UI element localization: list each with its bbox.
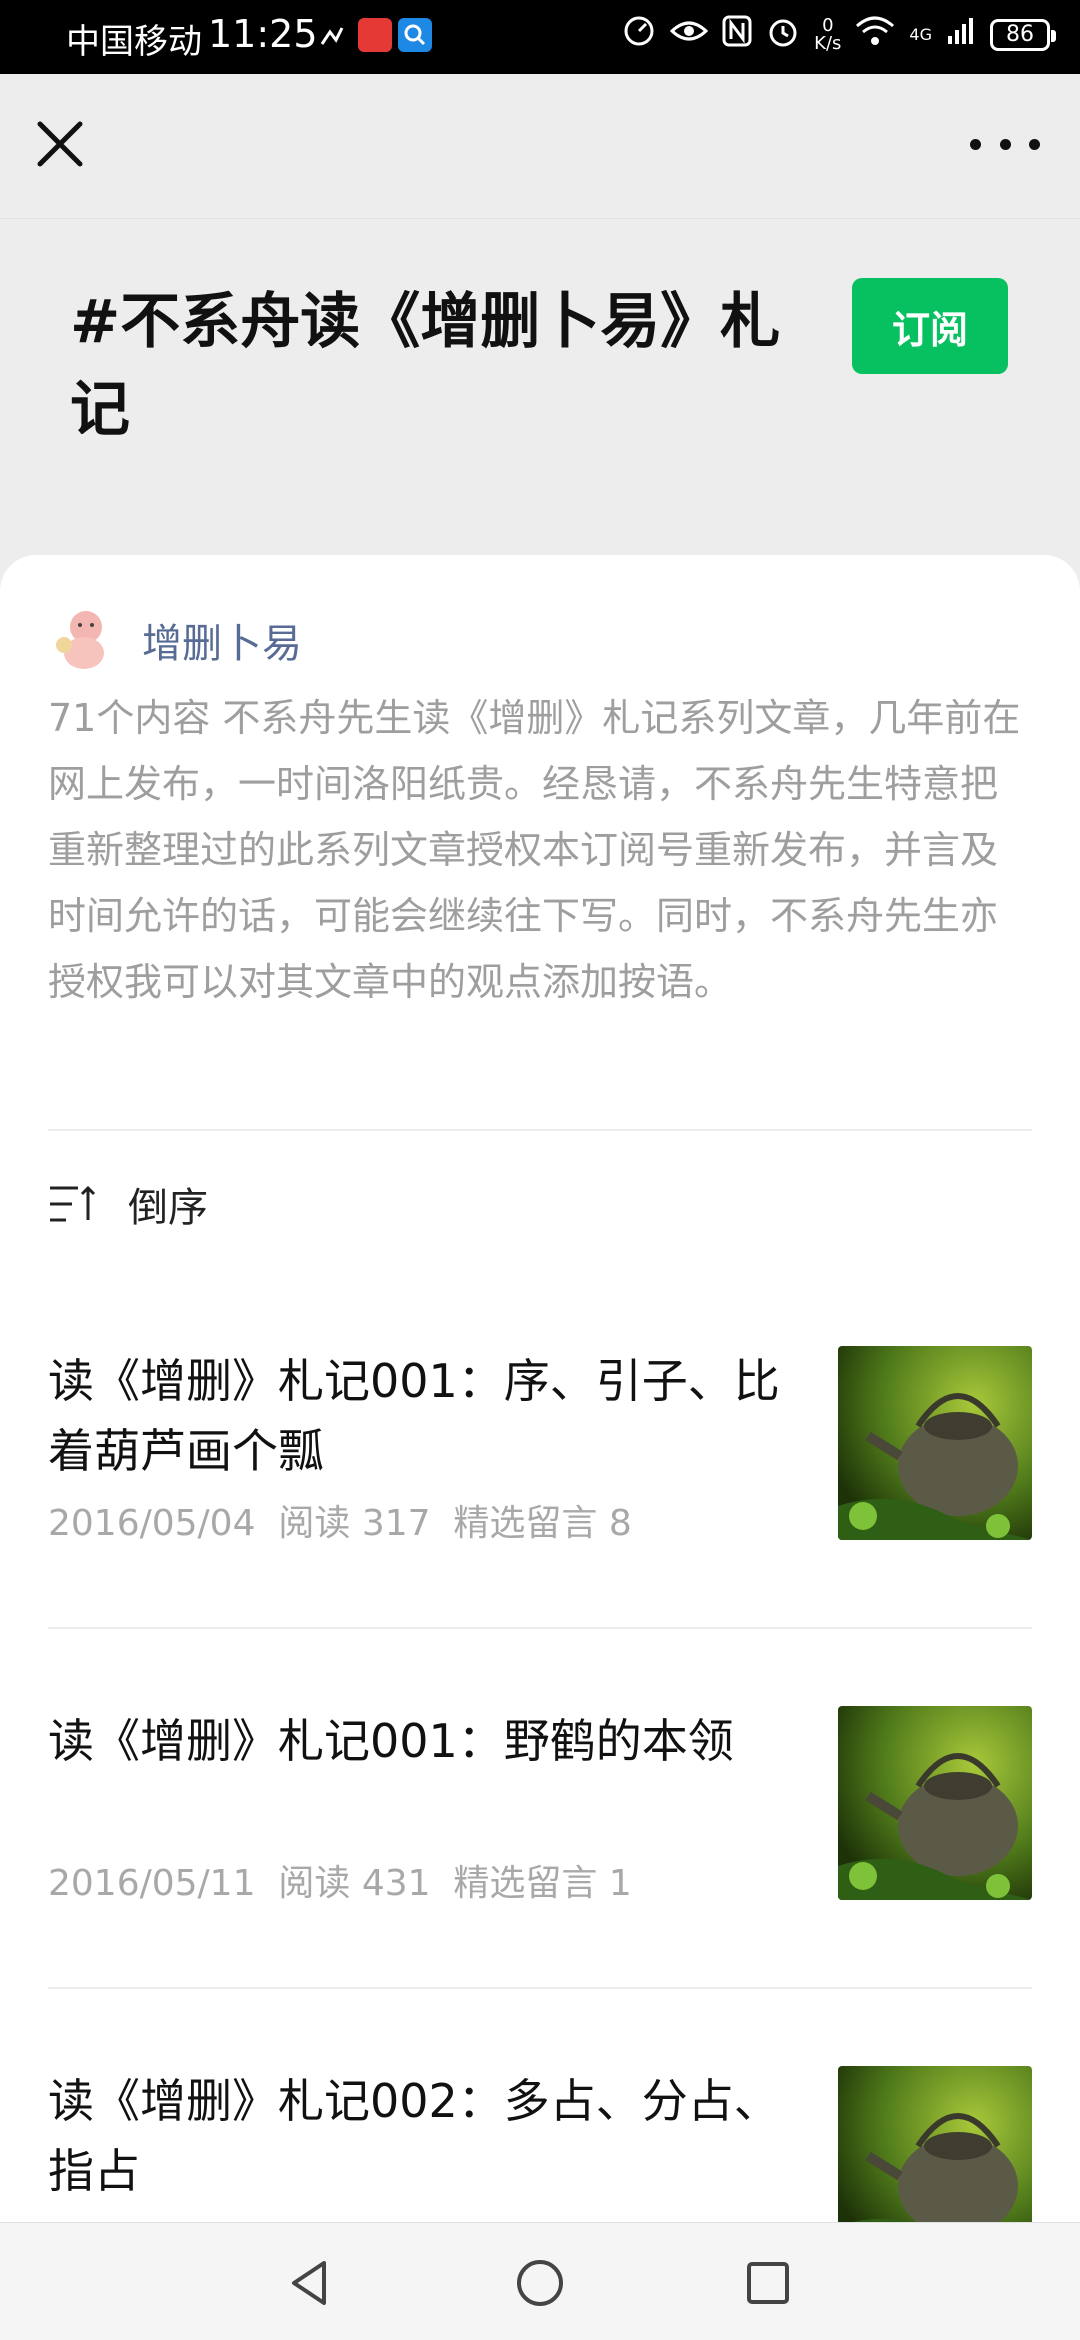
article-title: 读《增删》札记001：野鹤的本领	[48, 1714, 734, 1768]
more-icon[interactable]	[970, 129, 1040, 159]
article-title: 读《增删》札记001：序、引子、比着葫芦画个瓢	[48, 1354, 780, 1478]
article-item[interactable]: 读《增删》札记001：序、引子、比着葫芦画个瓢 2016/05/04 阅读 31…	[48, 1346, 1032, 1566]
account-row[interactable]: 增删卜易	[48, 605, 302, 675]
divider	[48, 1627, 1032, 1629]
divider	[48, 1129, 1032, 1131]
nfc-icon	[722, 15, 752, 54]
clock: 11:25	[208, 12, 318, 56]
top-bar	[0, 74, 1080, 219]
sort-label: 倒序	[128, 1185, 208, 1231]
eye-icon	[669, 17, 709, 52]
article-item[interactable]: 读《增删》札记001：野鹤的本领 2016/05/11 阅读 431 精选留言 …	[48, 1706, 1032, 1926]
system-nav-bar	[0, 2222, 1080, 2340]
avatar	[48, 605, 118, 675]
topic-title: #不系舟读《增删卜易》札记	[70, 287, 781, 445]
article-title: 读《增删》札记002：多占、分占、指占	[48, 2074, 780, 2198]
back-icon[interactable]	[280, 2253, 340, 2313]
subscribe-button[interactable]: 订阅	[852, 278, 1008, 374]
recents-icon[interactable]	[738, 2253, 798, 2313]
article-thumbnail	[838, 1346, 1032, 1540]
account-name[interactable]: 增删卜易	[142, 611, 302, 669]
speed-dial-icon	[622, 14, 656, 55]
search-app-icon	[398, 18, 432, 52]
article-meta: 2016/05/04 阅读 317 精选留言 8	[48, 1503, 632, 1544]
network-speed-value: 0	[822, 14, 834, 36]
battery-level: 86	[1006, 22, 1034, 47]
network-speed-unit: K/s	[814, 32, 842, 54]
notification-icon	[318, 18, 352, 52]
carrier-label: 中国移动	[66, 22, 202, 62]
sort-order-icon	[48, 1182, 98, 1226]
network-type-label: 4G	[909, 25, 932, 44]
content-card: 增删卜易 71个内容 不系舟先生读《增删》札记系列文章，几年前在网上发布，一时间…	[0, 555, 1080, 2340]
network-speed: 0 K/s	[814, 14, 842, 54]
app-notification-icon	[358, 18, 392, 52]
close-icon[interactable]	[30, 114, 90, 174]
article-meta: 2016/05/11 阅读 431 精选留言 1	[48, 1863, 632, 1904]
alarm-icon	[766, 14, 800, 55]
signal-icon	[946, 16, 976, 53]
article-thumbnail	[838, 1706, 1032, 1900]
status-bar: 中国移动 11:25 0 K/s 4G 86	[0, 0, 1080, 74]
home-icon[interactable]	[510, 2253, 570, 2313]
sort-toggle[interactable]: 倒序	[48, 1175, 208, 1233]
topic-description: 71个内容 不系舟先生读《增删》札记系列文章，几年前在网上发布，一时间洛阳纸贵。…	[48, 696, 1021, 1004]
battery-indicator: 86	[990, 18, 1056, 51]
divider	[48, 1987, 1032, 1989]
wifi-icon	[855, 16, 895, 53]
